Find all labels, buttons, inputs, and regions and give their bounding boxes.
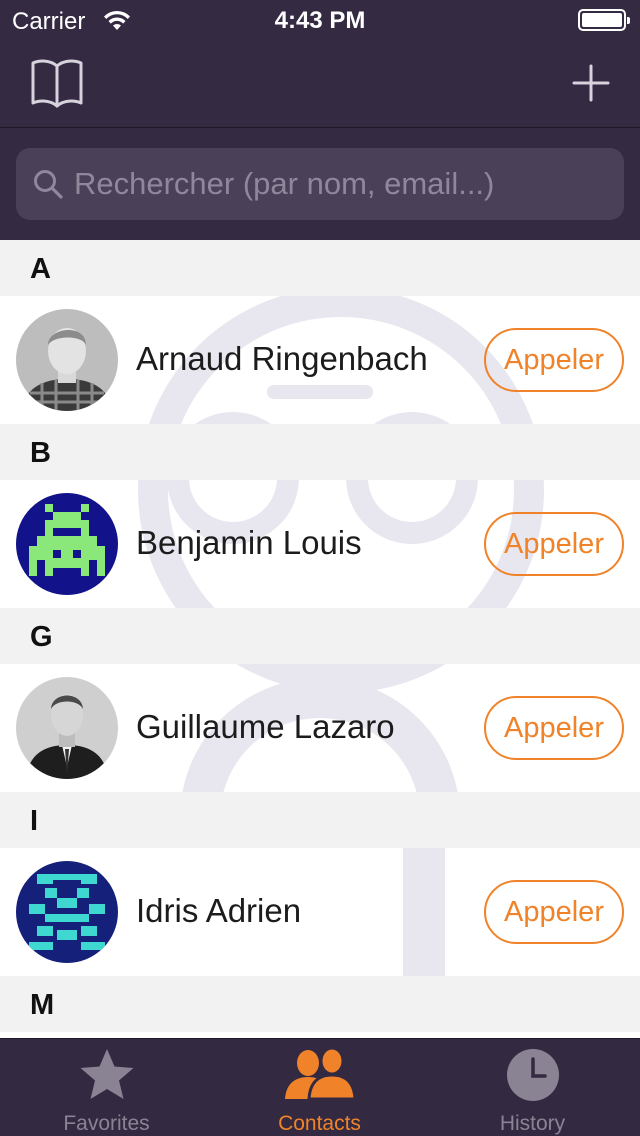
contact-row[interactable]: Guillaume Lazaro Appeler: [0, 664, 640, 792]
status-time: 4:43 PM: [274, 7, 366, 34]
section-header-m: M: [0, 976, 640, 1032]
contact-row[interactable]: Arnaud Ringenbach Appeler: [0, 296, 640, 424]
avatar: [16, 493, 118, 595]
battery-icon: [578, 9, 630, 31]
section-letter: M: [30, 989, 55, 1021]
contact-name: Guillaume Lazaro: [136, 708, 395, 745]
contact-name: Idris Adrien: [136, 892, 302, 929]
tab-favorites[interactable]: Favorites: [0, 1039, 213, 1136]
contacts-icon: [213, 1046, 426, 1106]
contact-name: Benjamin Louis: [136, 524, 362, 561]
call-button[interactable]: Appeler: [484, 512, 624, 576]
contact-name: Arnaud Ringenbach: [136, 340, 428, 377]
section-header-b: B: [0, 424, 640, 480]
tab-label: Favorites: [63, 1112, 150, 1135]
status-bar: Carrier 4:43 PM: [0, 0, 640, 40]
tab-bar: Favorites Contacts History: [0, 1038, 640, 1136]
section-letter: A: [30, 253, 51, 285]
tab-label: History: [499, 1112, 566, 1135]
avatar: [16, 861, 118, 963]
call-button[interactable]: Appeler: [484, 328, 624, 392]
book-icon[interactable]: [30, 57, 84, 114]
star-icon: [0, 1047, 213, 1108]
section-header-i: I: [0, 792, 640, 848]
search-input[interactable]: [74, 148, 614, 220]
tab-contacts[interactable]: Contacts: [213, 1039, 426, 1136]
section-header-a: A: [0, 240, 640, 296]
avatar: [16, 677, 118, 779]
search-bar[interactable]: [16, 148, 624, 220]
section-letter: B: [30, 437, 51, 469]
contact-list[interactable]: A Arnaud Ringenbach Appeler B Benjamin L…: [0, 240, 640, 1038]
section-letter: G: [30, 621, 53, 653]
plus-icon[interactable]: [572, 64, 610, 107]
call-button[interactable]: Appeler: [484, 880, 624, 944]
tab-history[interactable]: History: [426, 1039, 639, 1136]
section-letter: I: [30, 805, 39, 837]
tab-label: Contacts: [278, 1112, 361, 1135]
navigation-bar: [0, 40, 640, 128]
contact-row[interactable]: Benjamin Louis Appeler: [0, 480, 640, 608]
section-header-g: G: [0, 608, 640, 664]
avatar: [16, 309, 118, 411]
search-icon: [32, 168, 64, 205]
call-button[interactable]: Appeler: [484, 696, 624, 760]
contact-row[interactable]: Idris Adrien Appeler: [0, 848, 640, 976]
clock-icon: [426, 1047, 639, 1108]
